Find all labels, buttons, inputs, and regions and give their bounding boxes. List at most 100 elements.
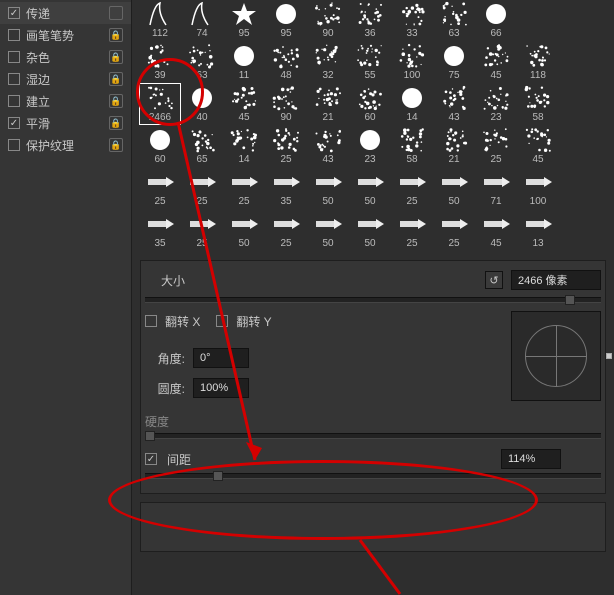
brush-swatch[interactable]: 118 — [518, 42, 558, 82]
sidebar-checkbox[interactable] — [8, 139, 20, 151]
brush-size-number: 43 — [322, 154, 333, 165]
size-input[interactable] — [511, 270, 601, 290]
brush-swatch[interactable]: 25 — [392, 210, 432, 250]
brush-swatch[interactable]: 25 — [224, 168, 264, 208]
lock-icon[interactable]: 🔒 — [109, 138, 123, 152]
brush-swatch[interactable]: 71 — [476, 168, 516, 208]
brush-swatch[interactable]: 95 — [224, 0, 264, 40]
brush-swatch[interactable]: 50 — [350, 210, 390, 250]
brush-swatch[interactable]: 63 — [434, 0, 474, 40]
angle-input[interactable] — [193, 348, 249, 368]
sidebar-item-6[interactable]: 保护纹理🔒 — [0, 134, 131, 156]
brush-swatch[interactable]: 2466 — [140, 84, 180, 124]
brush-swatch[interactable]: 50 — [224, 210, 264, 250]
brush-swatch[interactable]: 45 — [476, 42, 516, 82]
sidebar-item-4[interactable]: 建立🔒 — [0, 90, 131, 112]
brush-size-number: 45 — [532, 154, 543, 165]
brush-swatch[interactable]: 21 — [308, 84, 348, 124]
sidebar-checkbox[interactable] — [8, 95, 20, 107]
lock-icon[interactable] — [109, 6, 123, 20]
brush-swatch[interactable]: 40 — [182, 84, 222, 124]
angle-dial[interactable] — [511, 311, 601, 401]
sidebar-checkbox[interactable] — [8, 51, 20, 63]
brush-swatch[interactable]: 58 — [392, 126, 432, 166]
brush-swatch[interactable]: 66 — [476, 0, 516, 40]
brush-swatch[interactable]: 90 — [266, 84, 306, 124]
brush-swatch[interactable]: 25 — [140, 168, 180, 208]
brush-swatch[interactable]: 63 — [182, 42, 222, 82]
brush-swatch[interactable]: 58 — [518, 84, 558, 124]
brush-swatch[interactable]: 23 — [350, 126, 390, 166]
sidebar-item-5[interactable]: ✓平滑🔒 — [0, 112, 131, 134]
brush-swatch[interactable]: 112 — [140, 0, 180, 40]
brush-size-number: 71 — [490, 196, 501, 207]
brush-swatch[interactable]: 25 — [434, 210, 474, 250]
brush-swatch[interactable]: 90 — [308, 0, 348, 40]
brush-swatch[interactable]: 50 — [308, 168, 348, 208]
brush-size-number: 25 — [490, 154, 501, 165]
spacing-slider[interactable] — [145, 473, 601, 479]
brush-swatch[interactable]: 23 — [476, 84, 516, 124]
brush-swatch[interactable]: 95 — [266, 0, 306, 40]
brush-swatch[interactable]: 33 — [392, 0, 432, 40]
lock-icon[interactable]: 🔒 — [109, 50, 123, 64]
brush-swatch[interactable]: 50 — [434, 168, 474, 208]
brush-size-number: 13 — [532, 238, 543, 249]
brush-swatch[interactable]: 50 — [350, 168, 390, 208]
brush-swatch[interactable]: 65 — [182, 126, 222, 166]
brush-swatch[interactable]: 50 — [308, 210, 348, 250]
lock-icon[interactable]: 🔒 — [109, 116, 123, 130]
brush-swatch[interactable]: 25 — [266, 210, 306, 250]
brush-swatch[interactable]: 11 — [224, 42, 264, 82]
sidebar-checkbox[interactable] — [8, 73, 20, 85]
lock-icon[interactable]: 🔒 — [109, 28, 123, 42]
brush-swatch[interactable]: 13 — [518, 210, 558, 250]
brush-thumb-icon — [480, 1, 512, 27]
brush-swatch[interactable]: 45 — [476, 210, 516, 250]
reset-size-button[interactable]: ↺ — [485, 271, 503, 289]
flip-x-checkbox[interactable] — [145, 315, 157, 327]
brush-swatch[interactable]: 45 — [224, 84, 264, 124]
sidebar-item-0[interactable]: ✓传递 — [0, 2, 131, 24]
size-slider[interactable] — [145, 297, 601, 303]
brush-swatch[interactable]: 60 — [140, 126, 180, 166]
brush-swatch[interactable]: 43 — [434, 84, 474, 124]
brush-swatch[interactable]: 21 — [434, 126, 474, 166]
brush-swatch[interactable]: 25 — [392, 168, 432, 208]
brush-swatch[interactable]: 14 — [224, 126, 264, 166]
brush-swatch[interactable]: 100 — [392, 42, 432, 82]
brush-swatch[interactable]: 14 — [392, 84, 432, 124]
spacing-input[interactable] — [501, 449, 561, 469]
hardness-slider[interactable] — [145, 433, 601, 439]
sidebar-checkbox[interactable]: ✓ — [8, 7, 20, 19]
brush-swatch[interactable]: 39 — [140, 42, 180, 82]
brush-swatch[interactable]: 25 — [182, 210, 222, 250]
lock-icon[interactable]: 🔒 — [109, 94, 123, 108]
sidebar-checkbox[interactable]: ✓ — [8, 117, 20, 129]
flip-y-checkbox[interactable] — [216, 315, 228, 327]
roundness-input[interactable] — [193, 378, 249, 398]
sidebar-item-1[interactable]: 画笔笔势🔒 — [0, 24, 131, 46]
sidebar-checkbox[interactable] — [8, 29, 20, 41]
brush-swatch[interactable]: 55 — [350, 42, 390, 82]
brush-swatch[interactable]: 25 — [476, 126, 516, 166]
brush-swatch[interactable]: 36 — [350, 0, 390, 40]
brush-swatch[interactable]: 75 — [434, 42, 474, 82]
brush-swatch[interactable]: 25 — [182, 168, 222, 208]
brush-swatch[interactable]: 45 — [518, 126, 558, 166]
brush-swatch[interactable]: 48 — [266, 42, 306, 82]
brush-swatch[interactable]: 35 — [140, 210, 180, 250]
brush-swatch[interactable]: 43 — [308, 126, 348, 166]
brush-swatch[interactable]: 74 — [182, 0, 222, 40]
brush-swatch[interactable]: 60 — [350, 84, 390, 124]
brush-swatch[interactable]: 100 — [518, 168, 558, 208]
brush-swatch[interactable]: 32 — [308, 42, 348, 82]
brush-thumb-icon — [144, 211, 176, 237]
sidebar-item-2[interactable]: 杂色🔒 — [0, 46, 131, 68]
angle-label: 角度: — [145, 350, 185, 367]
brush-swatch[interactable]: 35 — [266, 168, 306, 208]
sidebar-item-3[interactable]: 湿边🔒 — [0, 68, 131, 90]
brush-swatch[interactable]: 25 — [266, 126, 306, 166]
spacing-checkbox[interactable]: ✓ — [145, 453, 157, 465]
lock-icon[interactable]: 🔒 — [109, 72, 123, 86]
